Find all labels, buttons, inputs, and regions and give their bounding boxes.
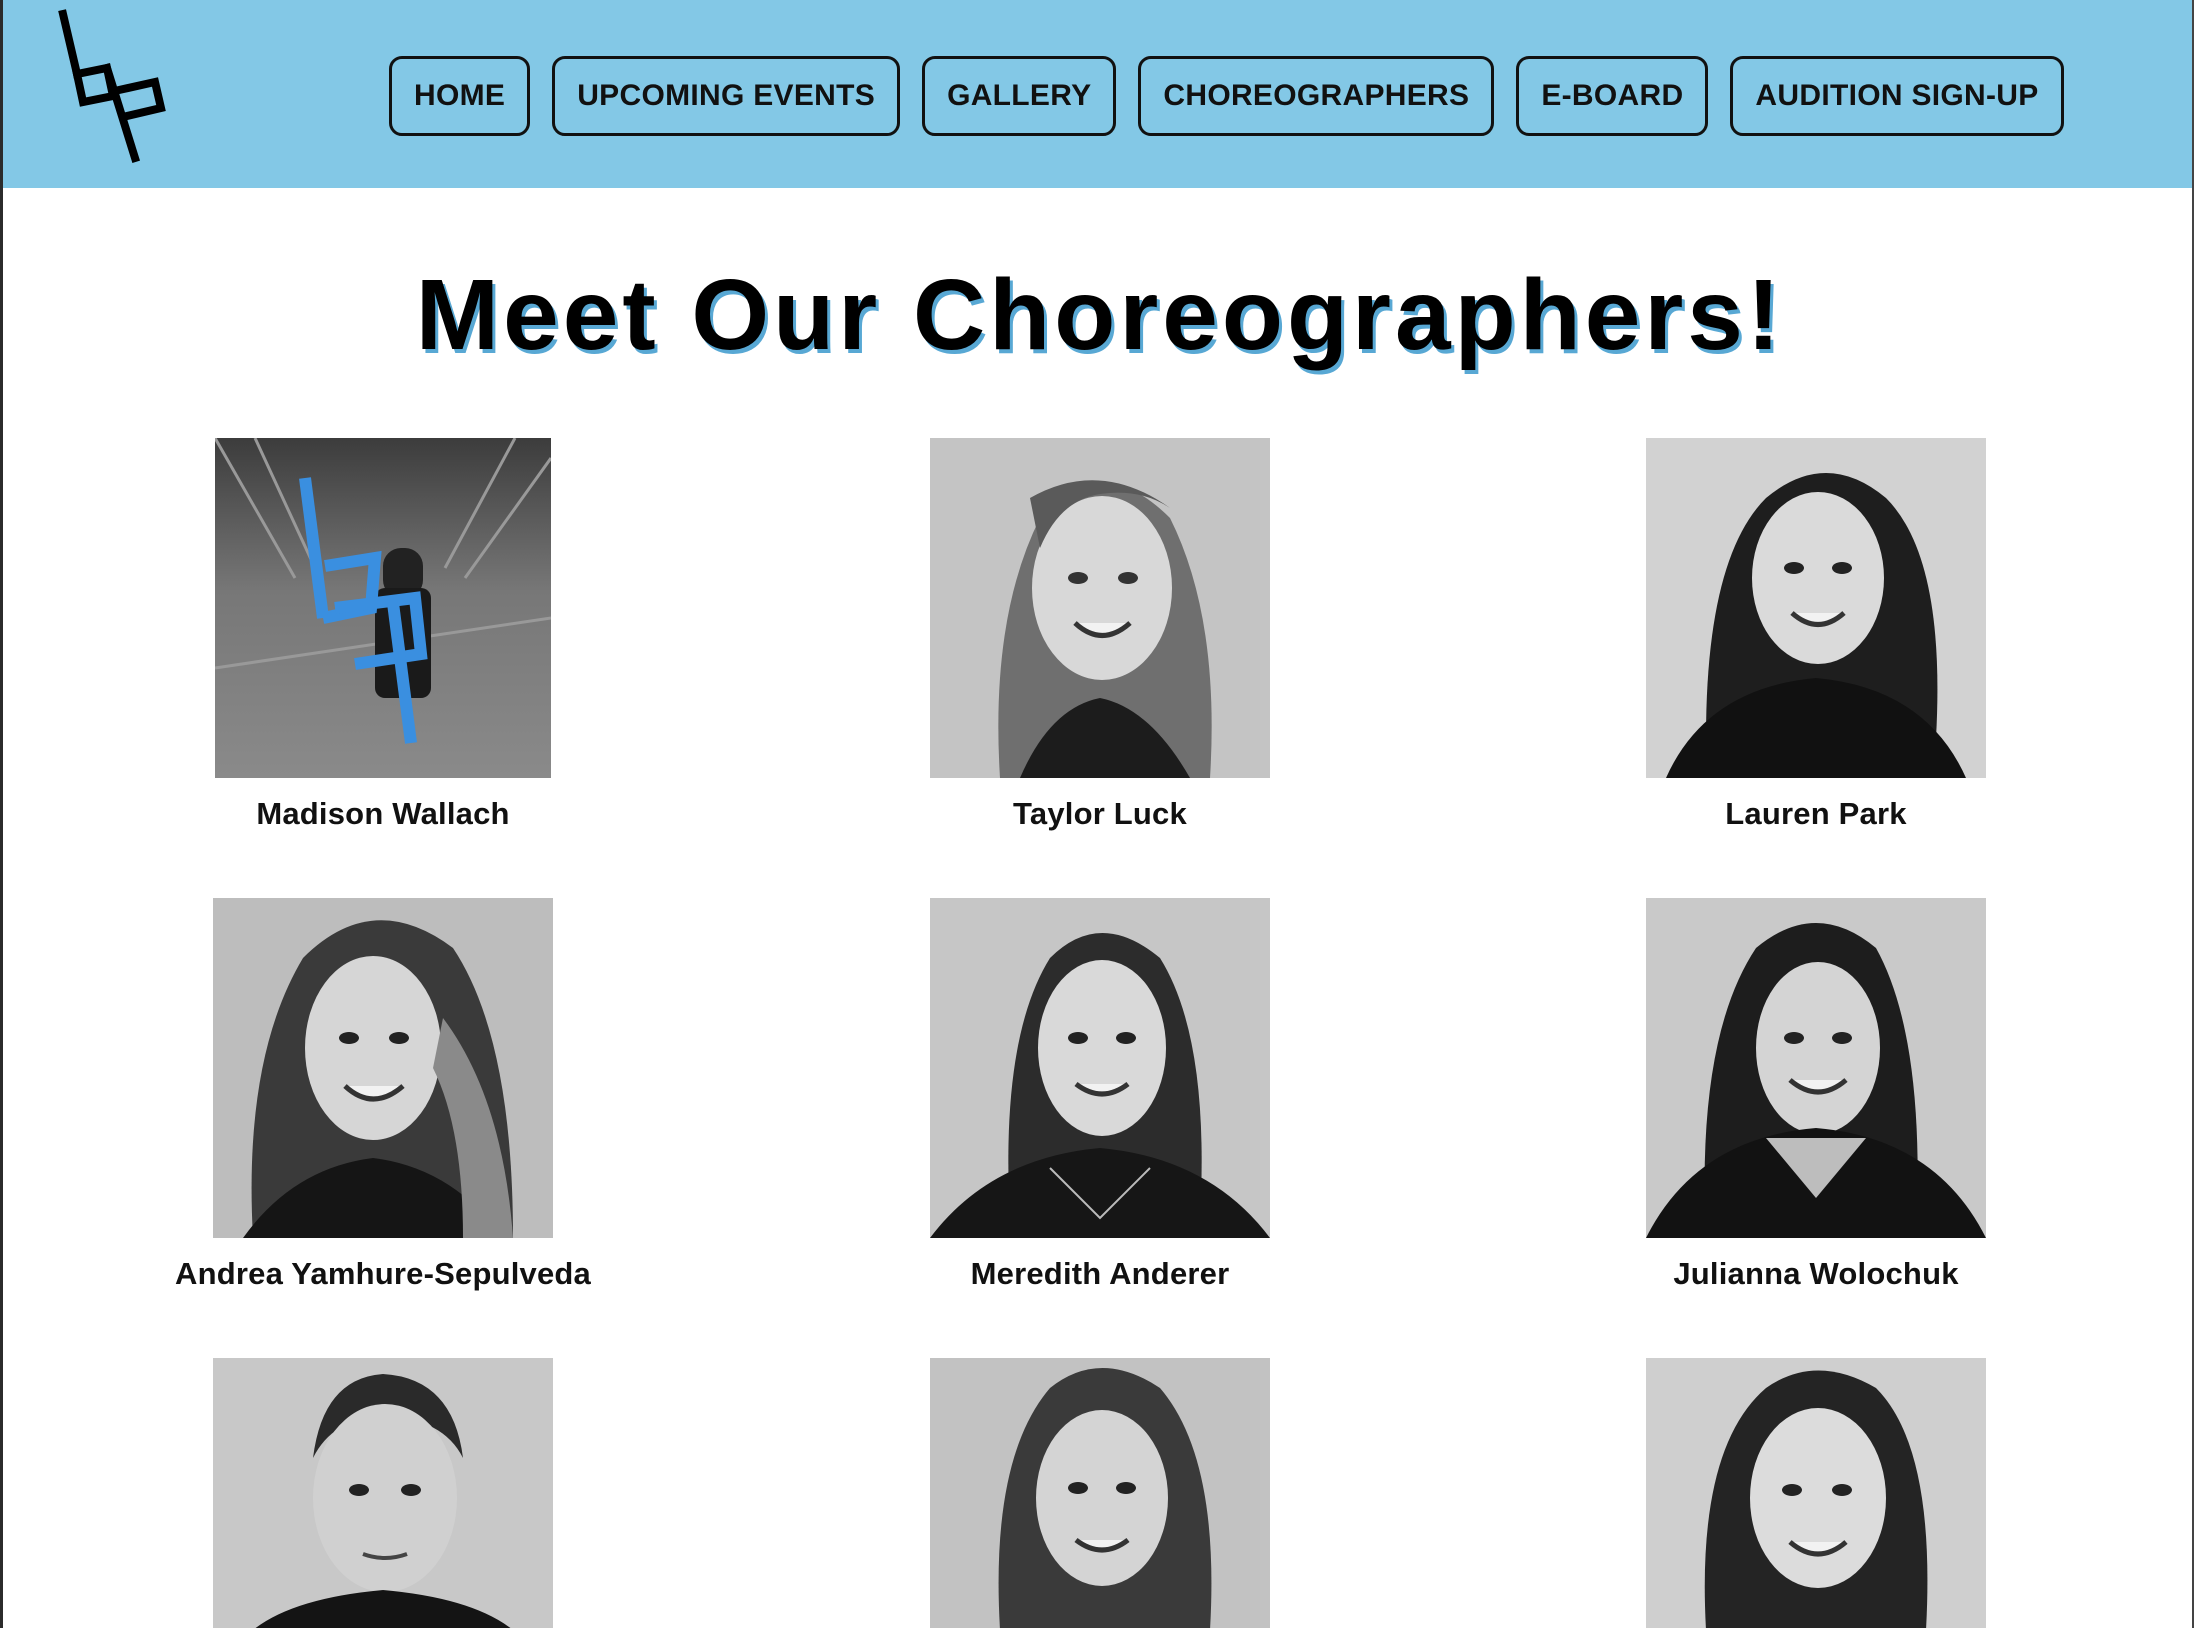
choreographer-card	[1556, 1358, 2076, 1628]
choreographer-name: Taylor Luck	[1013, 796, 1187, 831]
main-navigation: HOME UPCOMING EVENTS GALLERY CHOREOGRAPH…	[389, 56, 2064, 136]
choreographer-photo	[930, 1358, 1270, 1628]
top-navbar: HOME UPCOMING EVENTS GALLERY CHOREOGRAPH…	[3, 0, 2192, 188]
nav-home-button[interactable]: HOME	[389, 56, 531, 136]
choreographer-card: Lauren Park	[1556, 438, 2076, 832]
choreographer-card: Julianna Wolochuk	[1556, 898, 2076, 1292]
choreographer-photo	[213, 1358, 553, 1628]
choreographer-name: Madison Wallach	[256, 796, 510, 831]
choreographer-card: Madison Wallach	[123, 438, 643, 832]
choreographer-photo	[1646, 898, 1986, 1238]
choreographer-card	[840, 1358, 1360, 1628]
nav-gallery-button[interactable]: GALLERY	[922, 56, 1117, 136]
nav-audition-signup-button[interactable]: AUDITION SIGN-UP	[1730, 56, 2064, 136]
choreographer-name: Andrea Yamhure-Sepulveda	[175, 1256, 591, 1291]
choreographer-photo	[1646, 1358, 1986, 1628]
choreographer-photo	[930, 438, 1270, 778]
choreographer-card: Taylor Luck	[840, 438, 1360, 832]
choreographer-photo	[930, 898, 1270, 1238]
nav-choreographers-button[interactable]: CHOREOGRAPHERS	[1138, 56, 1495, 136]
choreographer-photo	[1646, 438, 1986, 778]
site-logo-icon[interactable]	[55, 8, 175, 172]
choreographer-name: Julianna Wolochuk	[1673, 1256, 1959, 1291]
choreographer-photo	[213, 898, 553, 1238]
choreographer-card	[123, 1358, 643, 1628]
choreographer-card: Meredith Anderer	[840, 898, 1360, 1292]
page: HOME UPCOMING EVENTS GALLERY CHOREOGRAPH…	[0, 0, 2194, 1628]
choreographer-name: Lauren Park	[1725, 796, 1907, 831]
choreographer-name: Meredith Anderer	[970, 1256, 1230, 1291]
nav-upcoming-events-button[interactable]: UPCOMING EVENTS	[552, 56, 901, 136]
choreographer-card: Andrea Yamhure-Sepulveda	[123, 898, 643, 1292]
choreographer-photo	[215, 438, 551, 778]
nav-e-board-button[interactable]: E-BOARD	[1516, 56, 1709, 136]
page-title: Meet Our Choreographers!	[415, 259, 1785, 371]
